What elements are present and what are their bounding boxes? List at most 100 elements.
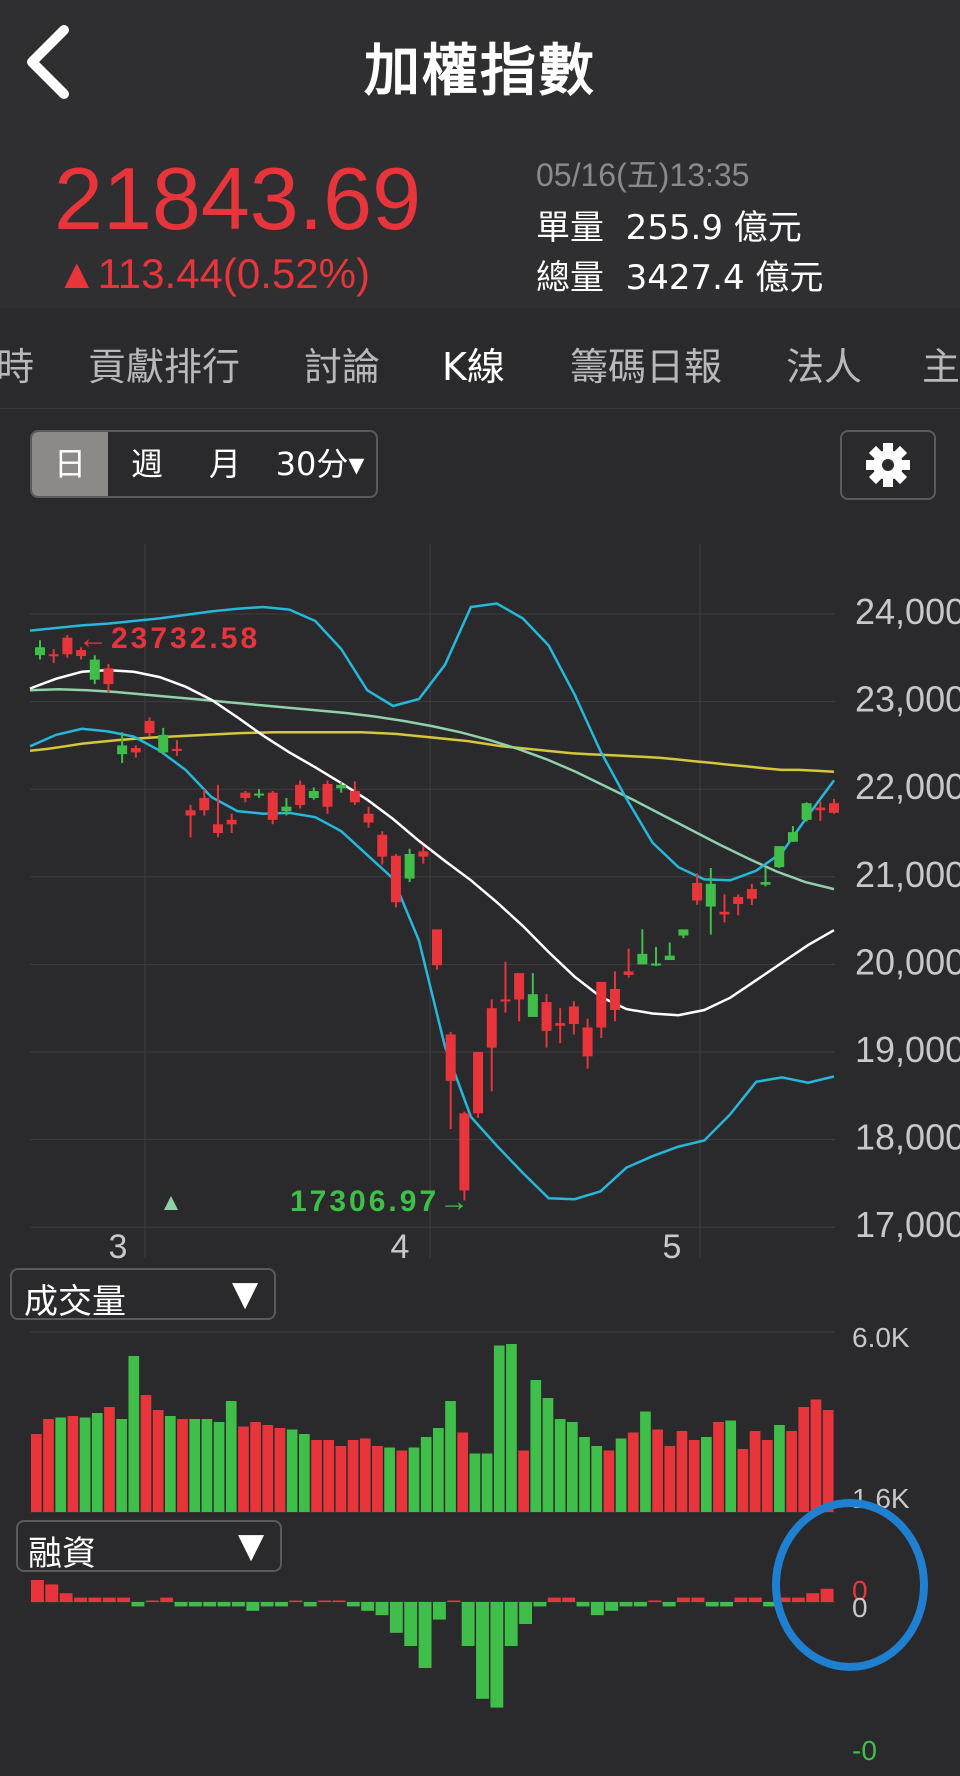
margin-bar	[590, 1602, 604, 1616]
volume-bar	[518, 1450, 529, 1512]
margin-bar	[476, 1602, 489, 1699]
up-triangle-icon: ▲	[159, 1189, 183, 1216]
volume-bar	[615, 1438, 627, 1512]
margin-bar	[260, 1602, 274, 1607]
y-tick-label: 18,000	[855, 1117, 960, 1158]
margin-bar	[677, 1597, 690, 1602]
candle-body	[308, 790, 319, 798]
volume-bar	[250, 1422, 261, 1512]
volume-bar	[311, 1440, 322, 1512]
volume-bar	[79, 1417, 91, 1512]
volume-bar	[567, 1422, 578, 1512]
margin-bar	[447, 1600, 461, 1602]
candle-body	[117, 745, 128, 755]
volume-bar	[55, 1417, 67, 1512]
margin-bar	[576, 1602, 590, 1607]
volume-bar	[810, 1399, 822, 1512]
volume-dropdown[interactable]: 成交量 ▼	[10, 1268, 276, 1322]
volume-bar	[286, 1429, 298, 1512]
margin-bar	[203, 1602, 217, 1607]
margin-bar	[748, 1597, 762, 1602]
candle-body	[199, 797, 210, 811]
margin-bar	[289, 1600, 303, 1602]
candle-body	[363, 813, 374, 823]
volume-bar	[493, 1345, 505, 1512]
candle-body	[226, 819, 237, 825]
margin-tick-label: 0	[852, 1592, 868, 1623]
margin-bar	[275, 1602, 288, 1607]
volume-bar	[433, 1428, 444, 1512]
candle-body	[473, 1052, 484, 1114]
volume-bar	[372, 1446, 383, 1512]
volume-bar	[213, 1422, 225, 1512]
margin-bar	[619, 1602, 633, 1607]
candle-body	[212, 824, 223, 833]
margin-bar	[418, 1602, 432, 1668]
volume-bar	[396, 1450, 408, 1512]
candle-body	[459, 1113, 470, 1191]
y-tick-label: 17,000	[855, 1204, 960, 1245]
margin-bar	[45, 1584, 59, 1602]
volume-bar	[31, 1434, 42, 1512]
candle-body	[664, 955, 675, 961]
candle-body	[500, 999, 511, 1002]
candle-body	[103, 668, 114, 685]
volume-dropdown-label: 成交量	[24, 1282, 126, 1322]
candle-body	[582, 1027, 593, 1057]
margin-bar	[174, 1602, 188, 1607]
candle-body	[62, 637, 73, 655]
margin-bar	[648, 1600, 662, 1602]
volume-bar	[676, 1431, 688, 1512]
margin-bar	[461, 1602, 475, 1646]
candle-body	[445, 1034, 456, 1081]
candle-body	[130, 748, 141, 753]
candle-body	[144, 720, 155, 734]
volume-bar	[725, 1420, 737, 1512]
margin-bar	[217, 1602, 231, 1607]
x-tick-label: 5	[663, 1228, 682, 1266]
volume-bar	[627, 1432, 639, 1512]
candle-body	[171, 748, 182, 751]
margin-bar	[734, 1597, 748, 1602]
candle-body	[486, 1008, 497, 1048]
volume-bar	[262, 1425, 274, 1512]
margin-bar	[504, 1602, 518, 1646]
margin-bar	[433, 1602, 446, 1620]
x-tick-label: 3	[109, 1228, 128, 1266]
candle-body	[801, 803, 812, 820]
candle-body	[349, 790, 360, 803]
volume-bar	[420, 1437, 432, 1512]
margin-bar	[102, 1597, 116, 1602]
candle-body	[418, 851, 429, 857]
margin-bar	[346, 1602, 360, 1607]
margin-bar	[332, 1600, 346, 1602]
kline-chart: 24,000 23,000 22,000 21,000 20,000 19,000 18,0…	[29, 544, 960, 1766]
volume-bar	[140, 1395, 152, 1512]
margin-bar	[490, 1602, 504, 1708]
margin-bar	[117, 1597, 130, 1602]
margin-bar	[562, 1597, 576, 1602]
margin-bar	[820, 1588, 834, 1602]
candle-body	[651, 963, 662, 966]
candle-body	[829, 803, 839, 813]
candle-body	[89, 659, 100, 680]
candle-body	[705, 883, 716, 907]
margin-bar	[160, 1597, 174, 1602]
volume-bar	[384, 1447, 395, 1512]
margin-bar	[720, 1602, 733, 1607]
margin-dropdown[interactable]: 融資 ▼	[16, 1520, 282, 1574]
candle-body	[35, 647, 45, 656]
margin-bar	[791, 1597, 805, 1602]
volume-bar	[238, 1426, 249, 1512]
volume-bar	[481, 1453, 493, 1512]
margin-bar	[188, 1602, 202, 1607]
volume-bar	[786, 1431, 797, 1512]
volume-bar	[43, 1419, 54, 1512]
margin-bar	[246, 1602, 260, 1611]
candle-body	[295, 784, 306, 805]
volume-bar	[189, 1419, 201, 1512]
margin-bar	[605, 1602, 619, 1611]
volume-bar	[774, 1425, 785, 1512]
margin-bar	[131, 1602, 145, 1607]
high-marker: ←23732.58	[78, 622, 260, 655]
